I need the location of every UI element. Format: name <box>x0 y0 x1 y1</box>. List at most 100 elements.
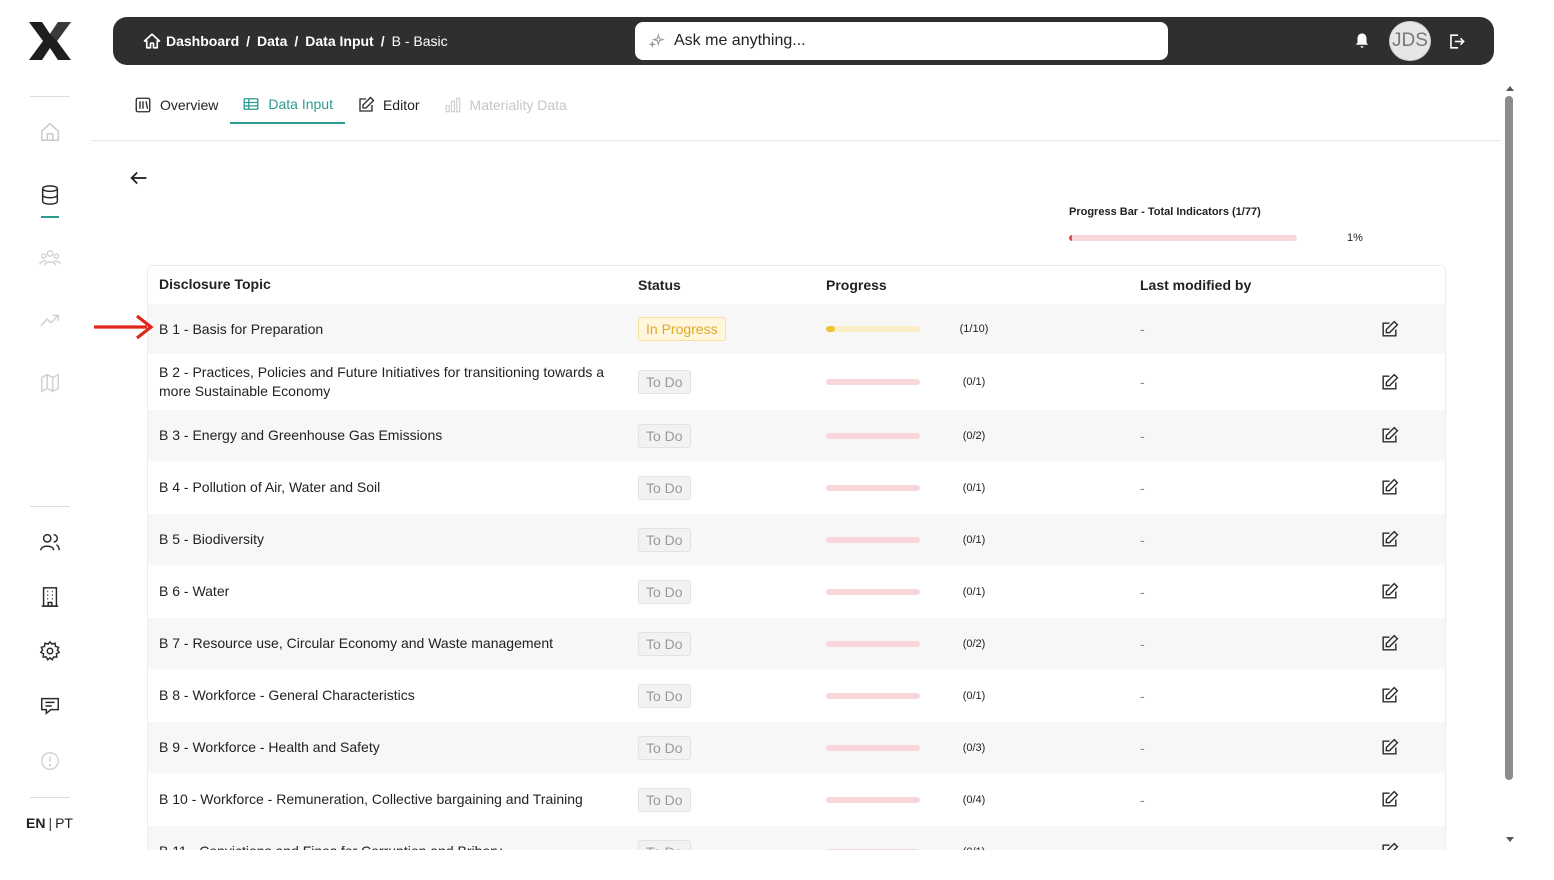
last-modified-by: - <box>1140 687 1145 704</box>
table-body: B 1 - Basis for Preparation In Progress (1… <box>148 303 1445 850</box>
edit-row-button[interactable] <box>1380 320 1420 339</box>
disclosure-topic[interactable]: B 6 - Water <box>148 582 638 601</box>
last-modified-by: - <box>1140 844 1380 851</box>
map-icon[interactable] <box>38 371 62 395</box>
trending-up-icon[interactable] <box>38 308 62 332</box>
left-sidebar: EN | PT <box>0 0 100 880</box>
progress-cell: (0/2) <box>826 430 1140 442</box>
scroll-down-arrow-icon[interactable] <box>1505 836 1515 844</box>
disclosure-topic[interactable]: B 3 - Energy and Greenhouse Gas Emission… <box>148 426 638 445</box>
disclosure-topic[interactable]: B 7 - Resource use, Circular Economy and… <box>148 634 638 653</box>
edit-icon <box>1382 790 1399 807</box>
edit-row-button[interactable] <box>1380 426 1420 445</box>
tab-label: Overview <box>160 97 219 113</box>
edit-row-button[interactable] <box>1380 530 1420 549</box>
edit-row-button[interactable] <box>1380 582 1420 601</box>
table-row[interactable]: B 4 - Pollution of Air, Water and Soil To… <box>148 461 1445 513</box>
edit-icon <box>1382 686 1399 703</box>
table-icon <box>243 98 259 110</box>
table-row[interactable]: B 3 - Energy and Greenhouse Gas Emission… <box>148 409 1445 461</box>
edit-row-button[interactable] <box>1380 478 1420 497</box>
breadcrumb-data[interactable]: Data <box>257 33 287 49</box>
home-icon[interactable] <box>38 120 62 144</box>
user-avatar[interactable]: JDS <box>1389 21 1431 61</box>
table-row[interactable]: B 7 - Resource use, Circular Economy and… <box>148 617 1445 669</box>
tab-materiality-data[interactable]: Materiality Data <box>432 86 579 124</box>
column-header-last-modified[interactable]: Last modified by <box>1140 277 1380 293</box>
breadcrumb-dashboard[interactable]: Dashboard <box>166 33 239 49</box>
settings-gear-icon[interactable] <box>38 639 62 663</box>
info-alert-icon[interactable] <box>38 749 62 773</box>
progress-count: (0/1) <box>962 533 986 546</box>
edit-icon <box>1382 530 1399 547</box>
logout-icon[interactable] <box>1447 32 1466 51</box>
row-progress-bar <box>826 848 920 850</box>
progress-count: (0/2) <box>962 429 986 442</box>
edit-row-button[interactable] <box>1380 373 1420 392</box>
tabs-divider <box>91 140 1501 141</box>
column-header-status[interactable]: Status <box>638 277 826 293</box>
table-row[interactable]: B 9 - Workforce - Health and Safety To Do… <box>148 721 1445 773</box>
tab-overview[interactable]: Overview <box>122 86 230 124</box>
disclosure-topic[interactable]: B 1 - Basis for Preparation <box>148 320 638 339</box>
table-row[interactable]: B 8 - Workforce - General Characteristic… <box>148 669 1445 721</box>
disclosure-topic[interactable]: B 2 - Practices, Policies and Future Ini… <box>148 363 638 401</box>
edit-row-button[interactable] <box>1380 686 1420 705</box>
app-logo[interactable] <box>26 20 74 62</box>
columns-icon <box>135 97 151 113</box>
disclosure-topic[interactable]: B 8 - Workforce - General Characteristic… <box>148 686 638 705</box>
scrollbar-thumb[interactable] <box>1505 96 1513 780</box>
disclosure-topic[interactable]: B 9 - Workforce - Health and Safety <box>148 738 638 757</box>
database-icon[interactable] <box>38 183 62 207</box>
ai-search-input[interactable]: Ask me anything... <box>635 22 1168 60</box>
edit-row-button[interactable] <box>1380 738 1420 757</box>
status-badge: In Progress <box>638 317 726 341</box>
scroll-up-arrow-icon[interactable] <box>1505 84 1515 92</box>
edit-row-button[interactable] <box>1380 634 1420 653</box>
disclosure-topic[interactable]: B 5 - Biodiversity <box>148 530 638 549</box>
row-progress-bar <box>826 484 920 491</box>
language-pt[interactable]: PT <box>55 815 73 831</box>
table-row[interactable]: B 11 - Convictions and Fines for Corrupt… <box>148 825 1445 850</box>
notification-bell-icon[interactable] <box>1353 32 1371 50</box>
status-cell: To Do <box>638 683 826 708</box>
progress-count: (0/1) <box>962 689 986 702</box>
last-modified-by: - <box>1140 739 1145 756</box>
last-modified-by: - <box>1140 531 1145 548</box>
edit-row-button[interactable] <box>1380 790 1420 809</box>
language-en[interactable]: EN <box>26 815 45 831</box>
column-header-progress[interactable]: Progress <box>826 277 1140 293</box>
row-progress-bar <box>826 326 920 332</box>
tab-data-input[interactable]: Data Input <box>230 86 345 124</box>
back-arrow-icon[interactable] <box>128 167 150 189</box>
table-row[interactable]: B 5 - Biodiversity To Do (0/1) - <box>148 513 1445 565</box>
status-badge: To Do <box>638 787 691 812</box>
building-icon[interactable] <box>38 585 62 609</box>
overall-progress-percent: 1% <box>1347 232 1363 244</box>
last-modified-by: - <box>1140 479 1145 496</box>
page-tabs: Overview Data Input Editor Materiality D… <box>122 86 579 126</box>
users-icon[interactable] <box>38 530 62 554</box>
last-modified-by: - <box>1140 427 1145 444</box>
progress-cell: (1/10) <box>826 323 1140 335</box>
tab-editor[interactable]: Editor <box>345 86 432 124</box>
status-cell: To Do <box>638 787 826 812</box>
disclosure-topic[interactable]: B 10 - Workforce - Remuneration, Collect… <box>148 790 638 809</box>
home-icon[interactable] <box>143 32 161 50</box>
sparkle-icon <box>649 33 665 48</box>
sidebar-divider <box>30 506 70 507</box>
table-row[interactable]: B 2 - Practices, Policies and Future Ini… <box>148 354 1445 409</box>
disclosure-topic[interactable]: B 4 - Pollution of Air, Water and Soil <box>148 478 638 497</box>
progress-count: (0/4) <box>962 793 986 806</box>
table-row[interactable]: B 1 - Basis for Preparation In Progress (1… <box>148 303 1445 354</box>
breadcrumb-data-input[interactable]: Data Input <box>305 33 373 49</box>
column-header-topic[interactable]: Disclosure Topic <box>148 275 638 294</box>
table-row[interactable]: B 10 - Workforce - Remuneration, Collect… <box>148 773 1445 825</box>
users-group-icon[interactable] <box>38 246 62 270</box>
row-progress-bar <box>826 744 920 751</box>
table-row[interactable]: B 6 - Water To Do (0/1) - <box>148 565 1445 617</box>
status-cell: To Do <box>638 370 826 394</box>
disclosure-topic[interactable]: B 11 - Convictions and Fines for Corrupt… <box>148 842 638 850</box>
feedback-message-icon[interactable] <box>38 694 62 718</box>
edit-row-button[interactable] <box>1380 842 1420 850</box>
